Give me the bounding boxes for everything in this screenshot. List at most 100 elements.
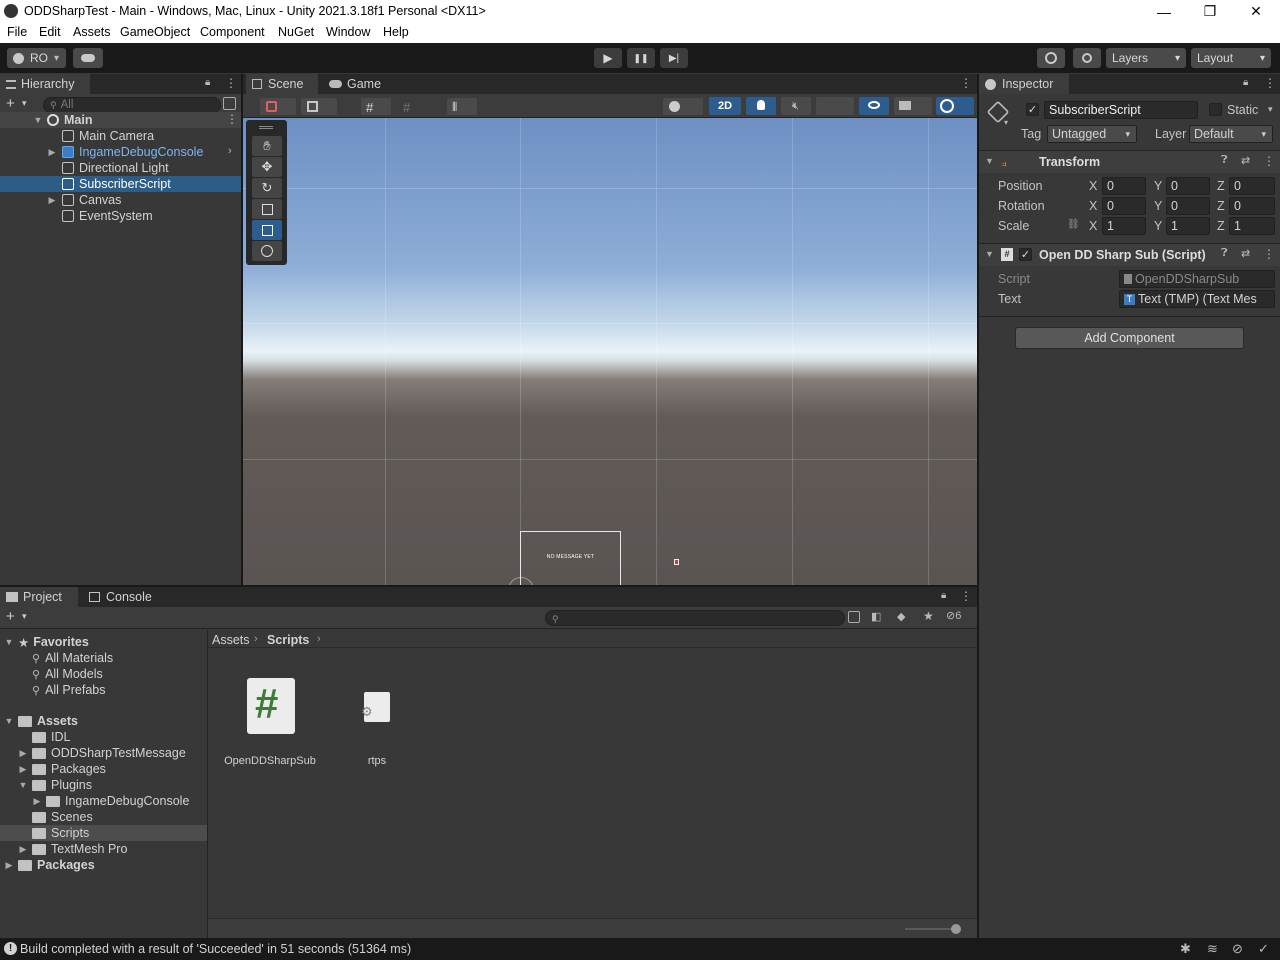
rect-tool-button[interactable] <box>252 220 282 240</box>
breadcrumb-scripts[interactable]: Scripts <box>267 633 309 647</box>
effects-dropdown[interactable] <box>816 97 854 115</box>
rotation-z-label[interactable]: Z <box>1217 199 1225 213</box>
scale-y-label[interactable]: Y <box>1154 219 1162 233</box>
menu-assets[interactable]: Assets <box>73 25 111 39</box>
cloud-button[interactable] <box>73 48 103 68</box>
chevron-right-icon[interactable]: › <box>228 145 232 157</box>
expand-arrow-icon[interactable]: ▶ <box>3 860 15 871</box>
scale-z-label[interactable]: Z <box>1217 219 1225 233</box>
expand-arrow-icon[interactable]: ▶ <box>17 764 29 775</box>
hidden-packages-button[interactable]: ⊘6 <box>946 609 961 622</box>
scale-tool-button[interactable] <box>252 199 282 219</box>
text-object-field[interactable]: T Text (TMP) (Text Mes <box>1119 290 1275 308</box>
more-icon[interactable]: ⋮ <box>960 589 972 603</box>
assets-row[interactable]: ▼ Assets <box>0 713 207 729</box>
tree-item-plugins[interactable]: ▼ Plugins <box>17 777 92 793</box>
tree-item-textmesh-pro[interactable]: ▶ TextMesh Pro <box>17 841 128 857</box>
progress-check-icon[interactable]: ✓ <box>1258 941 1269 957</box>
account-dropdown[interactable]: RO <box>7 48 66 68</box>
tree-item-oddsharptestmessage[interactable]: ▶ ODDSharpTestMessage <box>17 745 186 761</box>
move-tool-button[interactable]: ✥ <box>252 157 282 177</box>
hierarchy-item-canvas[interactable]: ▶ Canvas <box>0 192 241 208</box>
more-icon[interactable]: ⋮ <box>1264 76 1276 90</box>
tag-dropdown[interactable]: Untagged ▾ <box>1047 125 1137 143</box>
favorites-row[interactable]: ▼ ★ Favorites <box>0 634 207 650</box>
tree-item-scenes[interactable]: Scenes <box>32 809 93 825</box>
hierarchy-item-eventsystem[interactable]: EventSystem <box>0 208 241 224</box>
tab-inspector[interactable]: Inspector <box>979 74 1069 94</box>
static-dropdown-chevron-icon[interactable]: ▾ <box>1268 104 1273 115</box>
rotation-x-field[interactable]: 0 <box>1102 197 1146 215</box>
status-message[interactable]: Build completed with a result of 'Succee… <box>20 942 411 956</box>
rotate-tool-button[interactable]: ↻ <box>252 178 282 198</box>
cache-server-icon[interactable]: ≋ <box>1207 941 1218 957</box>
add-icon[interactable]: + <box>6 95 15 112</box>
breadcrumb-assets[interactable]: Assets <box>212 633 250 647</box>
tab-hierarchy[interactable]: Hierarchy <box>0 74 90 94</box>
chevron-down-icon[interactable]: ▾ <box>22 611 27 622</box>
preset-icon[interactable]: ⇄ <box>1241 247 1250 260</box>
filter-by-label-icon[interactable]: ◆ <box>897 610 905 623</box>
layers-dropdown[interactable]: Layers ▾ <box>1106 48 1186 68</box>
chevron-down-icon[interactable]: ▾ <box>22 98 27 109</box>
hierarchy-search-input[interactable]: ⚲ All <box>43 97 221 113</box>
menu-edit[interactable]: Edit <box>39 25 61 39</box>
hierarchy-item-main-camera[interactable]: Main Camera <box>0 128 241 144</box>
hierarchy-item-directional-light[interactable]: Directional Light <box>0 160 241 176</box>
foldout-arrow-icon[interactable]: ▼ <box>985 156 994 166</box>
scale-y-field[interactable]: 1 <box>1166 217 1210 235</box>
asset-file-rtps[interactable]: ⚙ rtps <box>340 677 414 772</box>
help-icon[interactable]: ❓︎ <box>1221 247 1228 260</box>
hierarchy-scene-row[interactable]: ▼ Main ⋮ <box>0 112 241 128</box>
foldout-arrow-icon[interactable]: ▼ <box>985 249 994 259</box>
close-button[interactable]: ✕ <box>1233 0 1279 23</box>
position-y-field[interactable]: 0 <box>1166 177 1210 195</box>
favorite-all-prefabs[interactable]: ⚲ All Prefabs <box>32 682 106 698</box>
drag-handle-icon[interactable] <box>259 126 273 129</box>
lock-icon[interactable]: 🔒︎ <box>205 77 210 88</box>
favorite-all-models[interactable]: ⚲ All Models <box>32 666 103 682</box>
rotation-x-label[interactable]: X <box>1089 199 1097 213</box>
expand-arrow-icon[interactable]: ▼ <box>3 637 15 647</box>
transform-tool-button[interactable] <box>252 241 282 261</box>
position-x-label[interactable]: X <box>1089 179 1097 193</box>
rotation-z-field[interactable]: 0 <box>1229 197 1275 215</box>
more-icon[interactable]: ⋮ <box>1263 247 1275 261</box>
menu-component[interactable]: Component <box>200 25 265 39</box>
expand-arrow-icon[interactable]: ▼ <box>17 780 29 790</box>
tab-game[interactable]: Game <box>323 74 395 94</box>
scale-x-label[interactable]: X <box>1089 219 1097 233</box>
filter-by-type-icon[interactable]: ◧ <box>871 610 881 623</box>
constrain-proportions-icon[interactable]: ⛓︎ <box>1067 219 1080 230</box>
search-scope-icon[interactable] <box>848 611 860 623</box>
snap-icon[interactable]: # <box>403 100 410 115</box>
icon-size-slider-thumb[interactable] <box>951 924 961 934</box>
preset-icon[interactable]: ⇄ <box>1241 154 1250 167</box>
bug-icon[interactable]: ✱ <box>1180 941 1191 957</box>
scale-z-field[interactable]: 1 <box>1229 217 1275 235</box>
history-button[interactable] <box>1037 48 1065 68</box>
tree-item-packages[interactable]: ▶ Packages <box>17 761 106 777</box>
expand-arrow-icon[interactable]: ▼ <box>32 115 44 125</box>
menu-nuget[interactable]: NuGet <box>278 25 314 39</box>
position-x-field[interactable]: 0 <box>1102 177 1146 195</box>
packages-row[interactable]: ▶ Packages <box>0 857 207 873</box>
minimize-button[interactable]: — <box>1141 0 1187 23</box>
expand-arrow-icon[interactable]: ▶ <box>17 748 29 759</box>
tab-console[interactable]: Console <box>83 587 161 607</box>
lock-icon[interactable]: 🔒︎ <box>1243 77 1248 88</box>
expand-arrow-icon[interactable]: ▶ <box>46 195 58 206</box>
hierarchy-item-ingamedebugconsole[interactable]: ▶ IngameDebugConsole › <box>0 144 241 160</box>
position-z-label[interactable]: Z <box>1217 179 1225 193</box>
tree-item-scripts[interactable]: Scripts <box>0 825 207 841</box>
project-splitter[interactable] <box>207 630 208 938</box>
icon-dropdown-chevron-icon[interactable]: ▾ <box>1004 118 1008 127</box>
rotation-y-label[interactable]: Y <box>1154 199 1162 213</box>
tree-item-idl[interactable]: IDL <box>32 729 70 745</box>
scene-viewport[interactable]: ✋︎ ✥ ↻ NO MESSAGE YET <box>243 118 977 585</box>
play-button[interactable]: ▶ <box>594 48 622 68</box>
rotation-y-field[interactable]: 0 <box>1166 197 1210 215</box>
scale-x-field[interactable]: 1 <box>1102 217 1146 235</box>
step-button[interactable]: ▶| <box>660 48 688 68</box>
add-icon[interactable]: + <box>6 608 15 625</box>
